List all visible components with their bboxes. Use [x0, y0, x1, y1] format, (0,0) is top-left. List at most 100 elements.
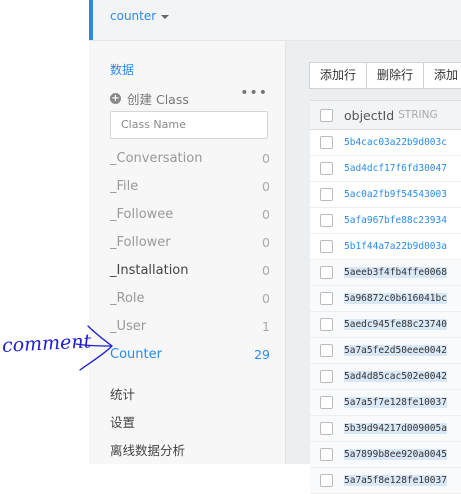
row-checkbox[interactable]	[320, 370, 333, 383]
class-count: 0	[262, 178, 270, 194]
row-checkbox[interactable]	[320, 136, 333, 149]
table-row[interactable]: 5aeeb3f4fb4ffe0068	[310, 260, 461, 286]
sidebar-class-item[interactable]: _File 0	[110, 172, 270, 200]
data-table: objectId STRING 5b4cac03a22b9d003c 5ad4dc…	[310, 100, 461, 494]
class-count: 29	[254, 346, 270, 362]
objectid-value: 5a7a5f7e128fe10037	[344, 397, 447, 408]
row-checkbox[interactable]	[320, 188, 333, 201]
objectid-cell[interactable]: 5aedc945fe88c23740	[344, 319, 447, 330]
row-checkbox[interactable]	[320, 266, 333, 279]
class-name: Counter	[110, 346, 162, 362]
top-bar: counter	[89, 0, 461, 41]
objectid-value: 5a7899b8ee920a0045	[344, 449, 447, 460]
class-name: _Conversation	[110, 150, 203, 166]
add-column-button[interactable]: 添加	[423, 62, 461, 89]
table-row[interactable]: 5b4cac03a22b9d003c	[310, 130, 461, 156]
sidebar-link[interactable]: 设置	[110, 407, 185, 435]
create-class-label: 创建 Class	[127, 92, 189, 107]
objectid-value: 5a96872c0b616041bc	[344, 293, 447, 304]
table-row[interactable]: 5b39d94217d009005a	[310, 416, 461, 442]
table-row[interactable]: 5a7a5f7e128fe10037	[310, 390, 461, 416]
sidebar-class-item[interactable]: _User 1	[110, 312, 270, 340]
more-icon[interactable]: •••	[240, 85, 268, 101]
objectid-cell[interactable]: 5a7a5fe2d50eee0042	[344, 345, 447, 356]
class-name: _Installation	[110, 262, 189, 278]
app-switcher[interactable]: counter	[110, 9, 170, 23]
main-panel: 添加行 删除行 添加 objectId STRING 5b4cac03a22b9…	[286, 41, 461, 494]
sidebar-class-item[interactable]: _Role 0	[110, 284, 270, 312]
objectid-cell[interactable]: 5ac0a2fb9f54543003	[344, 189, 447, 200]
class-name: _Follower	[110, 234, 171, 250]
class-count: 0	[262, 206, 270, 222]
app-name: counter	[110, 9, 157, 23]
delete-row-button[interactable]: 删除行	[366, 62, 425, 89]
objectid-value: 5ac0a2fb9f54543003	[344, 189, 447, 200]
row-checkbox[interactable]	[320, 240, 333, 253]
accent-bar	[89, 0, 93, 40]
sidebar-class-item[interactable]: _Followee 0	[110, 200, 270, 228]
row-checkbox[interactable]	[320, 318, 333, 331]
objectid-cell[interactable]: 5a7a5f7e128fe10037	[344, 397, 447, 408]
objectid-value: 5b1f44a7a22b9d003a	[344, 241, 447, 252]
row-checkbox[interactable]	[320, 162, 333, 175]
objectid-value: 5afa967bfe88c23934	[344, 215, 447, 226]
objectid-cell[interactable]: 5a7a5f8e128fe10037	[344, 475, 447, 486]
add-row-button[interactable]: 添加行	[309, 62, 368, 89]
sidebar-section-title[interactable]: 数据	[110, 61, 134, 78]
table-header: objectId STRING	[310, 101, 461, 130]
column-header-objectid[interactable]: objectId	[344, 108, 394, 123]
sidebar-links: 统计 设置 离线数据分析	[110, 379, 185, 463]
table-row[interactable]: 5a7a5fe2d50eee0042	[310, 338, 461, 364]
objectid-cell[interactable]: 5b39d94217d009005a	[344, 423, 447, 434]
create-class-button[interactable]: + 创建 Class	[110, 89, 189, 108]
sidebar-class-item[interactable]: _Conversation 0	[110, 144, 270, 172]
table-row[interactable]: 5a7a5f8e128fe10037	[310, 468, 461, 494]
objectid-value: 5aeeb3f4fb4ffe0068	[344, 267, 447, 278]
class-name-input[interactable]: Class Name	[110, 111, 268, 139]
table-row[interactable]: 5ad4d85cac502e0042	[310, 364, 461, 390]
objectid-cell[interactable]: 5aeeb3f4fb4ffe0068	[344, 267, 447, 278]
row-checkbox[interactable]	[320, 422, 333, 435]
table-row[interactable]: 5ad4dcf17f6fd30047	[310, 156, 461, 182]
objectid-value: 5ad4d85cac502e0042	[344, 371, 447, 382]
objectid-cell[interactable]: 5a96872c0b616041bc	[344, 293, 447, 304]
sidebar-class-item[interactable]: _Installation 0	[110, 256, 270, 284]
sidebar-class-item[interactable]: _Follower 0	[110, 228, 270, 256]
table-row[interactable]: 5b1f44a7a22b9d003a	[310, 234, 461, 260]
class-count: 0	[262, 234, 270, 250]
objectid-cell[interactable]: 5b1f44a7a22b9d003a	[344, 241, 447, 252]
select-all-checkbox[interactable]	[320, 108, 333, 122]
table-row[interactable]: 5ac0a2fb9f54543003	[310, 182, 461, 208]
objectid-cell[interactable]: 5afa967bfe88c23934	[344, 215, 447, 226]
plus-circle-icon: +	[110, 93, 121, 104]
objectid-value: 5b4cac03a22b9d003c	[344, 137, 447, 148]
chevron-down-icon	[161, 14, 170, 19]
objectid-value: 5ad4dcf17f6fd30047	[344, 163, 447, 174]
objectid-cell[interactable]: 5ad4d85cac502e0042	[344, 371, 447, 382]
column-type-label: STRING	[398, 109, 438, 121]
objectid-value: 5aedc945fe88c23740	[344, 319, 447, 330]
sidebar-class-item[interactable]: Counter 29	[110, 340, 270, 368]
left-margin	[0, 0, 89, 464]
objectid-value: 5a7a5f8e128fe10037	[344, 475, 447, 486]
row-checkbox[interactable]	[320, 344, 333, 357]
row-checkbox[interactable]	[320, 396, 333, 409]
row-checkbox[interactable]	[320, 214, 333, 227]
sidebar-link[interactable]: 统计	[110, 379, 185, 407]
row-checkbox[interactable]	[320, 448, 333, 461]
row-checkbox[interactable]	[320, 474, 333, 487]
objectid-cell[interactable]: 5a7899b8ee920a0045	[344, 449, 447, 460]
objectid-cell[interactable]: 5ad4dcf17f6fd30047	[344, 163, 447, 174]
table-row[interactable]: 5afa967bfe88c23934	[310, 208, 461, 234]
class-name: _User	[110, 318, 147, 334]
table-row[interactable]: 5aedc945fe88c23740	[310, 312, 461, 338]
class-count: 1	[262, 318, 270, 334]
sidebar-link[interactable]: 离线数据分析	[110, 435, 185, 463]
table-row[interactable]: 5a7899b8ee920a0045	[310, 442, 461, 468]
class-name: _Followee	[110, 206, 174, 222]
objectid-cell[interactable]: 5b4cac03a22b9d003c	[344, 137, 447, 148]
row-checkbox[interactable]	[320, 292, 333, 305]
class-count: 0	[262, 150, 270, 166]
table-row[interactable]: 5a96872c0b616041bc	[310, 286, 461, 312]
objectid-value: 5a7a5fe2d50eee0042	[344, 345, 447, 356]
